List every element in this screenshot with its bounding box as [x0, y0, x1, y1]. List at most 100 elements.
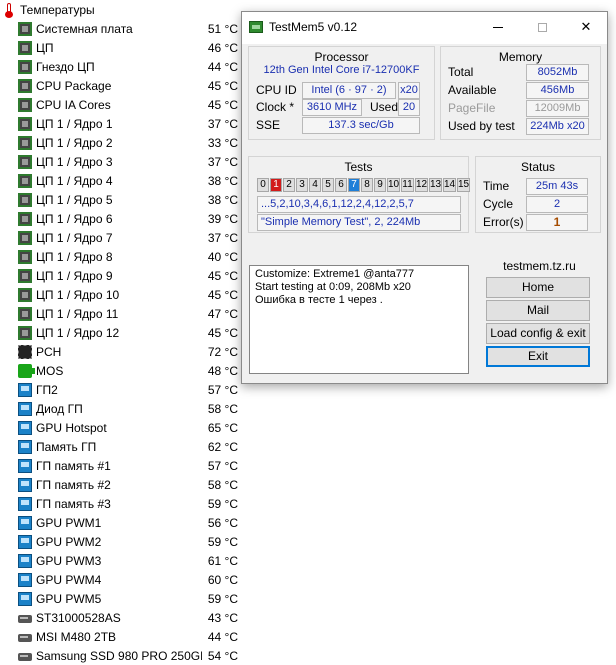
mail-button[interactable]: Mail [486, 300, 590, 321]
test-cell: 15 [457, 178, 470, 192]
sensor-tree: Температуры Системная плата 51 °C ЦП 46 °C Г… [0, 0, 240, 664]
sensor-row[interactable]: ЦП 1 / Ядро 1 37 °C [18, 114, 238, 133]
cpu-chip-icon [18, 154, 32, 169]
gpu-card-icon [18, 477, 32, 492]
sensor-row[interactable]: GPU PWM3 61 °C [18, 551, 238, 570]
pch-chip-icon [18, 344, 32, 359]
minimize-icon [493, 26, 503, 28]
sensor-row[interactable]: ГП память #2 58 °C [18, 475, 238, 494]
sensor-row[interactable]: CPU Package 45 °C [18, 76, 238, 95]
sensor-row[interactable]: ЦП 1 / Ядро 12 45 °C [18, 323, 238, 342]
sensor-row[interactable]: ЦП 1 / Ядро 11 47 °C [18, 304, 238, 323]
temperatures-group-header[interactable]: Температуры [2, 1, 95, 19]
sensor-name: ЦП 1 / Ядро 3 [36, 154, 113, 169]
sensor-name: ЦП 1 / Ядро 11 [36, 306, 119, 321]
sensor-row[interactable]: Гнездо ЦП 44 °C [18, 57, 238, 76]
sensor-row[interactable]: ЦП 1 / Ядро 2 33 °C [18, 133, 238, 152]
sensor-row[interactable]: ЦП 1 / Ядро 10 45 °C [18, 285, 238, 304]
sensor-row[interactable]: MSI M480 2TB 44 °C [18, 627, 238, 646]
sensor-value: 33 °C [207, 135, 238, 150]
sensor-name: Гнездо ЦП [36, 59, 95, 74]
sensor-value: 65 °C [207, 420, 238, 435]
sensor-row[interactable]: ЦП 1 / Ядро 6 39 °C [18, 209, 238, 228]
sensor-value: 59 °C [207, 534, 238, 549]
sensor-row[interactable]: ГП память #3 59 °C [18, 494, 238, 513]
sensor-row[interactable]: ЦП 1 / Ядро 5 38 °C [18, 190, 238, 209]
log-output[interactable]: Customize: Extreme1 @anta777 Start testi… [249, 265, 469, 374]
sensor-name: ЦП 1 / Ядро 8 [36, 249, 113, 264]
sensor-row[interactable]: ЦП 1 / Ядро 7 37 °C [18, 228, 238, 247]
close-button[interactable]: ✕ [564, 12, 608, 42]
test-cell: 8 [361, 178, 373, 192]
total-label: Total [448, 65, 474, 79]
gpu-card-icon [18, 534, 32, 549]
sensor-row[interactable]: CPU IA Cores 45 °C [18, 95, 238, 114]
sensor-value: 48 °C [207, 363, 238, 378]
cycle-label: Cycle [483, 197, 514, 211]
test-cell: 1 [270, 178, 282, 192]
sensor-value: 45 °C [207, 97, 238, 112]
sensor-value: 40 °C [207, 249, 238, 264]
tests-group-title: Tests [344, 160, 373, 174]
sensor-row[interactable]: Диод ГП 58 °C [18, 399, 238, 418]
cpu-chip-icon [18, 192, 32, 207]
sensor-name: Системная плата [36, 21, 133, 36]
test-cell: 4 [309, 178, 321, 192]
cpu-chip-icon [18, 116, 32, 131]
sensor-row[interactable]: ГП2 57 °C [18, 380, 238, 399]
cpu-chip-icon [18, 135, 32, 150]
cpu-chip-icon [18, 249, 32, 264]
sensor-row[interactable]: Samsung SSD 980 PRO 250GB 54 °C [18, 646, 238, 665]
temperatures-label: Температуры [20, 3, 95, 17]
sensor-row[interactable]: Память ГП 62 °C [18, 437, 238, 456]
sensor-row[interactable]: GPU PWM1 56 °C [18, 513, 238, 532]
maximize-button[interactable] [520, 12, 564, 42]
cpu-chip-icon [18, 325, 32, 340]
sensor-name: Диод ГП [36, 401, 83, 416]
status-group-title: Status [520, 160, 556, 174]
sensor-value: 44 °C [207, 59, 238, 74]
cpu-name-field: 12th Gen Intel Core i7-12700KF [263, 64, 420, 76]
used-by-test-label: Used by test [448, 119, 515, 133]
sensor-row[interactable]: ST31000528AS 43 °C [18, 608, 238, 627]
sensor-value: 51 °C [207, 21, 238, 36]
cpu-chip-icon [18, 306, 32, 321]
cpu-chip-icon [18, 21, 32, 36]
minimize-button[interactable] [476, 12, 520, 42]
sensor-row[interactable]: ЦП 1 / Ядро 3 37 °C [18, 152, 238, 171]
cpu-chip-icon [18, 287, 32, 302]
sensor-value: 59 °C [207, 496, 238, 511]
load-config-exit-button[interactable]: Load config & exit [486, 323, 590, 344]
cpu-chip-icon [18, 211, 32, 226]
close-icon: ✕ [580, 19, 592, 34]
sensor-row[interactable]: ЦП 1 / Ядро 4 38 °C [18, 171, 238, 190]
test-cell: 3 [296, 178, 308, 192]
sensor-row[interactable]: MOS 48 °C [18, 361, 238, 380]
sensor-name: GPU PWM4 [36, 572, 102, 587]
gpu-card-icon [18, 496, 32, 511]
gpu-card-icon [18, 515, 32, 530]
sensor-row[interactable]: Системная плата 51 °C [18, 19, 238, 38]
sensor-row[interactable]: GPU PWM5 59 °C [18, 589, 238, 608]
sensor-row[interactable]: PCH 72 °C [18, 342, 238, 361]
sensor-row[interactable]: GPU Hotspot 65 °C [18, 418, 238, 437]
sensor-value: 60 °C [207, 572, 238, 587]
sensor-row[interactable]: ЦП 46 °C [18, 38, 238, 57]
sensor-row[interactable]: ЦП 1 / Ядро 8 40 °C [18, 247, 238, 266]
cpu-id-label: CPU ID [256, 83, 297, 97]
cpu-chip-icon [18, 78, 32, 93]
exit-button[interactable]: Exit [486, 346, 590, 367]
home-button[interactable]: Home [486, 277, 590, 298]
sensor-value: 57 °C [207, 458, 238, 473]
sensor-row[interactable]: ЦП 1 / Ядро 9 45 °C [18, 266, 238, 285]
title-bar[interactable]: TestMem5 v0.12 ✕ [242, 12, 607, 44]
total-memory-field: 8052Mb [526, 64, 589, 81]
test-progress-bar: 0 1 2 3 4 5 6 7 8 9 10 11 12 13 14 15 [257, 178, 471, 192]
sensor-name: ЦП 1 / Ядро 10 [36, 287, 120, 302]
test-cell: 0 [257, 178, 269, 192]
site-url-label: testmem.tz.ru [503, 259, 576, 273]
sensor-row[interactable]: GPU PWM2 59 °C [18, 532, 238, 551]
sensor-row[interactable]: GPU PWM4 60 °C [18, 570, 238, 589]
sensor-row[interactable]: ГП память #1 57 °C [18, 456, 238, 475]
gpu-card-icon [18, 458, 32, 473]
